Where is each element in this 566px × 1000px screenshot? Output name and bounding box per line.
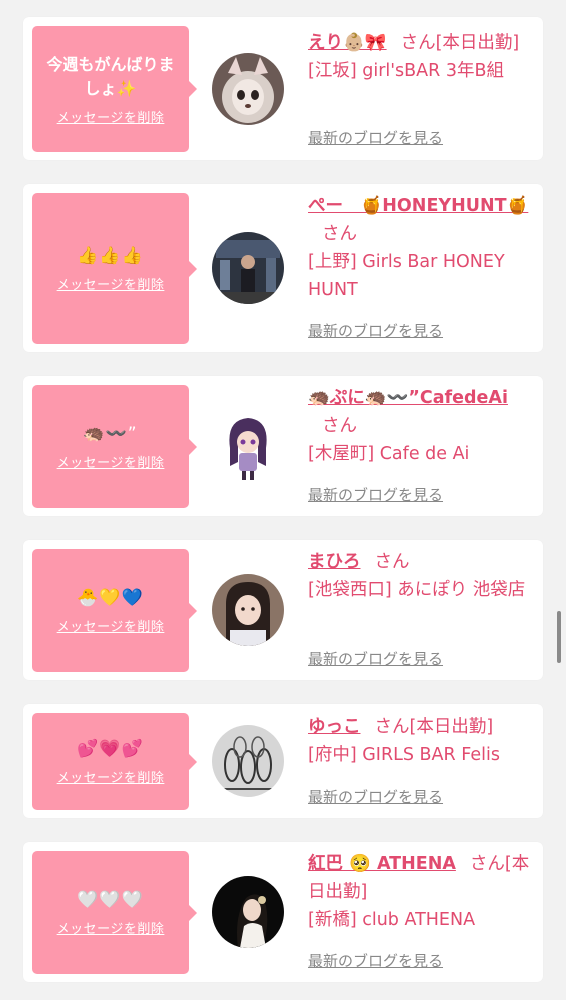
message-bubble: 👍👍👍 メッセージを削除 [32, 193, 197, 344]
message-bubble: 今週もがんばりましょ✨ メッセージを削除 [32, 26, 197, 152]
scrollbar[interactable] [557, 611, 561, 663]
message-bubble: 🤍🤍🤍 メッセージを削除 [32, 851, 197, 974]
cast-name-link[interactable]: 紅巴 🥺 ATHENA [308, 854, 456, 874]
honorific: さん [469, 854, 505, 874]
cast-name-link[interactable]: ぺー 🍯HONEYHUNT🍯 [308, 196, 528, 216]
shop-name: [府中] GIRLS BAR Felis [308, 745, 500, 765]
delete-message-link[interactable]: メッセージを削除 [57, 918, 165, 937]
latest-blog-link[interactable]: 最新のブログを見る [308, 648, 443, 669]
honorific: さん [322, 416, 357, 436]
cast-name-link[interactable]: まひろ [308, 552, 361, 572]
latest-blog-link[interactable]: 最新のブログを見る [308, 320, 443, 341]
message-text: 🤍🤍🤍 [77, 890, 144, 910]
latest-blog-link[interactable]: 最新のブログを見る [308, 484, 443, 505]
avatar[interactable] [212, 574, 284, 646]
cast-info: ぺー 🍯HONEYHUNT🍯 さん [上野] Girls Bar HONEY HU… [308, 192, 538, 304]
shop-name: [木屋町] Cafe de Ai [308, 444, 470, 464]
message-text: 🦔〰️” [83, 424, 138, 444]
message-text: 💕💗💕 [77, 739, 144, 759]
cast-name-link[interactable]: 🦔ぷに🦔〰️”CafedeAi [308, 388, 508, 408]
list-item: 💕💗💕 メッセージを削除 ゆっこ さん[本日出勤] [府中] GIRLS BAR … [23, 704, 543, 818]
status-label: [本日出勤] [435, 33, 520, 53]
cast-info: ゆっこ さん[本日出勤] [府中] GIRLS BAR Felis [308, 713, 538, 769]
honorific: さん [322, 224, 357, 244]
cast-name-link[interactable]: えり👶🏼🎀 [308, 33, 387, 53]
delete-message-link[interactable]: メッセージを削除 [57, 452, 165, 471]
message-text: 🐣💛💙 [77, 588, 144, 608]
cast-info: 紅巴 🥺 ATHENA さん[本日出勤] [新橋] club ATHENA [308, 850, 538, 934]
avatar[interactable] [212, 410, 284, 482]
message-list: 今週もがんばりましょ✨ メッセージを削除 えり👶🏼🎀 さん[本日出勤] [江坂] … [0, 0, 566, 1000]
delete-message-link[interactable]: メッセージを削除 [57, 767, 165, 786]
list-item: 🦔〰️” メッセージを削除 🦔ぷに🦔〰️”CafedeAi さん [木屋町] Ca… [23, 376, 543, 516]
honorific: さん [374, 717, 410, 737]
message-bubble: 🐣💛💙 メッセージを削除 [32, 549, 197, 672]
list-item: 🐣💛💙 メッセージを削除 まひろ さん [池袋西口] あにぽり 池袋店 最新のブロ… [23, 540, 543, 680]
cast-name-link[interactable]: ゆっこ [308, 717, 361, 737]
avatar[interactable] [212, 725, 284, 797]
list-item: 👍👍👍 メッセージを削除 ぺー 🍯HONEYHUNT🍯 さん [上野] Girls… [23, 184, 543, 352]
avatar[interactable] [212, 53, 284, 125]
avatar[interactable] [212, 232, 284, 304]
list-item: 今週もがんばりましょ✨ メッセージを削除 えり👶🏼🎀 さん[本日出勤] [江坂] … [23, 17, 543, 160]
message-bubble: 🦔〰️” メッセージを削除 [32, 385, 197, 508]
cast-info: 🦔ぷに🦔〰️”CafedeAi さん [木屋町] Cafe de Ai [308, 384, 538, 468]
list-item: 🤍🤍🤍 メッセージを削除 紅巴 🥺 ATHENA さん[本日出勤] [新橋] cl… [23, 842, 543, 982]
latest-blog-link[interactable]: 最新のブログを見る [308, 950, 443, 971]
delete-message-link[interactable]: メッセージを削除 [57, 107, 165, 126]
message-bubble: 💕💗💕 メッセージを削除 [32, 713, 197, 810]
honorific: さん [400, 33, 436, 53]
latest-blog-link[interactable]: 最新のブログを見る [308, 786, 443, 807]
latest-blog-link[interactable]: 最新のブログを見る [308, 127, 443, 148]
delete-message-link[interactable]: メッセージを削除 [57, 274, 165, 293]
honorific: さん [374, 552, 410, 572]
shop-name: [新橋] club ATHENA [308, 910, 476, 930]
status-label: [本日出勤] [409, 717, 494, 737]
message-text: 今週もがんばりましょ✨ [46, 54, 175, 98]
message-text: 👍👍👍 [77, 246, 144, 266]
avatar[interactable] [212, 876, 284, 948]
shop-name: [上野] Girls Bar HONEY HUNT [308, 252, 505, 300]
shop-name: [江坂] girl'sBAR 3年B組 [308, 61, 505, 81]
cast-info: まひろ さん [池袋西口] あにぽり 池袋店 [308, 548, 538, 604]
delete-message-link[interactable]: メッセージを削除 [57, 616, 165, 635]
shop-name: [池袋西口] あにぽり 池袋店 [308, 580, 526, 600]
cast-info: えり👶🏼🎀 さん[本日出勤] [江坂] girl'sBAR 3年B組 [308, 29, 538, 85]
